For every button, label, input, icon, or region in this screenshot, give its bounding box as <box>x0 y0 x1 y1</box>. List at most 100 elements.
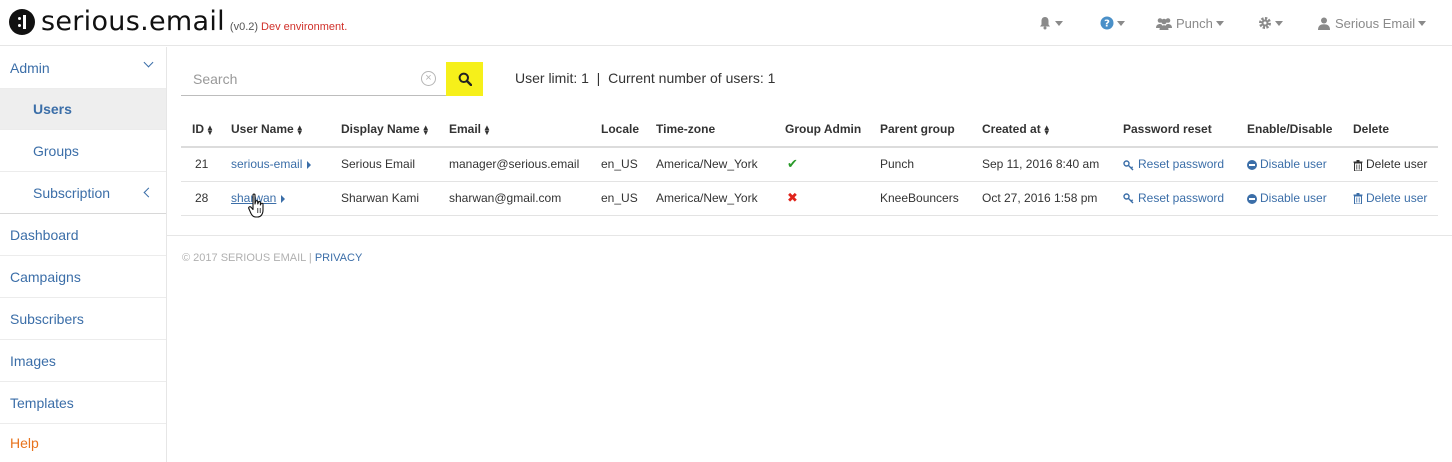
table-header-row: ID ▲ ▼ User Name ▲ ▼ Display Name ▲ ▼ Email ▲ ▼ … <box>181 112 1438 148</box>
sidebar-item-label: Templates <box>10 394 74 411</box>
user-icon <box>1318 17 1330 30</box>
sidebar-item-users[interactable]: Users <box>0 89 166 130</box>
col-created-at[interactable]: Created at ▲ ▼ <box>976 112 1117 148</box>
table-row: 21 serious-email Serious Email manager@s… <box>181 147 1438 182</box>
chevron-down-icon <box>143 57 154 68</box>
reset-password-link[interactable]: Reset password <box>1138 157 1224 171</box>
chevron-down-icon <box>1117 20 1125 26</box>
sidebar-item-templates[interactable]: Templates <box>0 382 166 424</box>
sidebar-item-dashboard[interactable]: Dashboard <box>0 214 166 256</box>
col-group-admin: Group Admin <box>779 112 874 148</box>
col-delete: Delete <box>1347 112 1438 148</box>
cell-enable-disable[interactable]: Disable user <box>1241 147 1347 182</box>
reset-password-link[interactable]: Reset password <box>1138 191 1224 205</box>
copyright-text: © 2017 SERIOUS EMAIL | <box>182 252 315 264</box>
check-icon: ✔ <box>787 156 798 172</box>
sidebar-item-label: Subscribers <box>10 310 84 327</box>
cell-timezone: America/New_York <box>650 147 779 182</box>
sidebar-item-admin[interactable]: Admin <box>0 47 166 89</box>
sidebar-item-help[interactable]: Help <box>0 424 166 462</box>
user-menu[interactable]: Serious Email <box>1318 0 1427 46</box>
caret-right-icon[interactable] <box>281 194 286 203</box>
search-box: × <box>181 62 446 96</box>
privacy-link[interactable]: PRIVACY <box>315 252 362 264</box>
sidebar-item-label: Groups <box>33 142 79 159</box>
key-icon <box>1123 193 1134 204</box>
minus-circle-icon <box>1247 160 1257 171</box>
caret-right-icon[interactable] <box>307 161 312 170</box>
cell-email: manager@serious.email <box>443 147 595 182</box>
sidebar-item-subscribers[interactable]: Subscribers <box>0 298 166 340</box>
col-timezone: Time-zone <box>650 112 779 148</box>
chevron-down-icon <box>1055 20 1063 26</box>
minus-circle-icon <box>1247 193 1257 204</box>
sidebar-item-campaigns[interactable]: Campaigns <box>0 256 166 298</box>
bell-icon <box>1040 17 1050 30</box>
logo[interactable]: serious.email (v0.2) Dev environment. <box>9 7 347 37</box>
search-icon <box>458 72 472 86</box>
settings-menu[interactable] <box>1258 0 1283 46</box>
cell-email: sharwan@gmail.com <box>443 181 595 216</box>
user-label: Serious Email <box>1335 15 1416 31</box>
cell-created-at: Oct 27, 2016 1:58 pm <box>976 181 1117 216</box>
sidebar-item-groups[interactable]: Groups <box>0 130 166 172</box>
col-display-name[interactable]: Display Name ▲ ▼ <box>335 112 443 148</box>
notifications-menu[interactable] <box>1038 0 1063 46</box>
cell-locale: en_US <box>595 147 650 182</box>
delete-user-link[interactable]: Delete user <box>1366 191 1427 205</box>
key-icon <box>1123 159 1134 171</box>
col-email[interactable]: Email ▲ ▼ <box>443 112 595 148</box>
trash-icon <box>1353 159 1363 171</box>
cell-display-name: Sharwan Kami <box>335 181 443 216</box>
environment-label: Dev environment. <box>261 21 348 33</box>
sidebar-item-label: Admin <box>10 59 50 76</box>
sidebar-item-label: Users <box>33 101 72 117</box>
help-menu[interactable]: ? <box>1100 0 1125 46</box>
cell-delete[interactable]: Delete user <box>1347 181 1438 216</box>
cell-password-reset[interactable]: Reset password <box>1117 181 1241 216</box>
trash-icon <box>1353 193 1363 205</box>
cell-id: 28 <box>181 181 225 216</box>
sidebar-item-subscription[interactable]: Subscription <box>0 172 166 214</box>
cell-user-name[interactable]: serious-email <box>225 147 335 182</box>
cell-password-reset[interactable]: Reset password <box>1117 147 1241 182</box>
cross-icon: ✖ <box>787 190 798 205</box>
cell-user-name[interactable]: sharwan <box>225 181 335 216</box>
users-icon <box>1156 17 1172 30</box>
user-limit-text: User limit: 1 | Current number of users:… <box>515 70 776 86</box>
sidebar: Admin Users Groups Subscription Dashboar… <box>0 47 167 462</box>
sidebar-item-label: Dashboard <box>10 226 79 243</box>
sort-icon: ▲ ▼ <box>483 122 491 137</box>
sidebar-item-label: Images <box>10 352 56 369</box>
col-user-name[interactable]: User Name ▲ ▼ <box>225 112 335 148</box>
chevron-left-icon <box>143 187 154 198</box>
table-row: 28 sharwan Sharwan Kami sharwan@gmail.co… <box>181 181 1438 216</box>
clear-search-icon[interactable]: × <box>421 71 436 86</box>
cell-timezone: America/New_York <box>650 181 779 216</box>
sidebar-item-images[interactable]: Images <box>0 340 166 382</box>
sort-icon: ▲ ▼ <box>206 122 214 137</box>
cell-locale: en_US <box>595 181 650 216</box>
svg-text:?: ? <box>1104 19 1110 30</box>
col-password-reset: Password reset <box>1117 112 1241 148</box>
logo-mark-icon <box>9 9 35 35</box>
delete-user-link[interactable]: Delete user <box>1366 157 1427 171</box>
sort-icon: ▲ ▼ <box>421 122 430 137</box>
chevron-down-icon <box>1418 20 1427 26</box>
disable-user-link[interactable]: Disable user <box>1260 191 1327 205</box>
search-input[interactable] <box>181 62 421 95</box>
cell-delete[interactable]: Delete user <box>1347 147 1438 182</box>
cell-display-name: Serious Email <box>335 147 443 182</box>
user-name-link[interactable]: serious-email <box>231 157 302 171</box>
search-button[interactable] <box>446 62 483 96</box>
col-parent-group: Parent group <box>874 112 976 148</box>
group-label: Punch <box>1176 15 1213 31</box>
cell-parent-group: Punch <box>874 147 976 182</box>
top-bar: serious.email (v0.2) Dev environment. ? … <box>0 0 1452 46</box>
gear-icon <box>1259 17 1271 29</box>
question-circle-icon: ? <box>1100 16 1114 30</box>
col-id[interactable]: ID ▲ ▼ <box>181 112 225 148</box>
cell-enable-disable[interactable]: Disable user <box>1241 181 1347 216</box>
disable-user-link[interactable]: Disable user <box>1260 157 1327 171</box>
group-menu[interactable]: Punch <box>1156 0 1224 46</box>
